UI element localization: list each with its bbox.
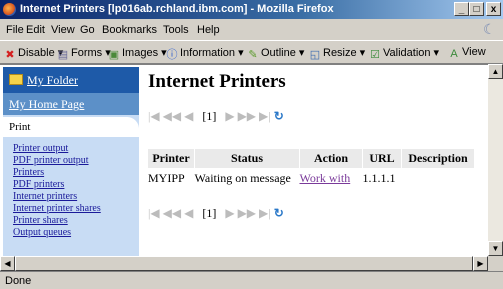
view-source-icon: A: [450, 48, 458, 60]
output-queues-link[interactable]: Output queues: [13, 227, 101, 239]
information-icon: ⓘ: [166, 49, 178, 61]
cell-url: 1.1.1.1: [362, 171, 396, 185]
cell-description: [402, 168, 475, 189]
column-header-url[interactable]: URL: [362, 149, 402, 168]
scroll-down-icon[interactable]: ▼: [488, 241, 503, 256]
work-with-link[interactable]: Work with: [300, 171, 351, 185]
last-page-icon: ▶|: [259, 206, 271, 220]
first-page-icon: |◀: [148, 206, 160, 220]
page-number: [1]: [202, 109, 217, 123]
last-page-icon: ▶|: [259, 109, 271, 123]
home-header: My Home Page: [3, 93, 139, 115]
information-menu[interactable]: ⓘ Information ▾: [166, 46, 244, 61]
throbber-icon: ☾: [483, 21, 496, 37]
menu-edit[interactable]: Edit: [26, 24, 45, 36]
column-header-printer[interactable]: Printer: [148, 149, 195, 168]
print-section-label: Print: [9, 121, 31, 133]
outline-icon: ✎: [248, 49, 258, 61]
vertical-scrollbar[interactable]: ▲ ▼: [488, 64, 503, 256]
validation-menu[interactable]: ☑ Validation ▾: [369, 46, 439, 61]
printers-table: Printer Status Action URL Description MY…: [148, 149, 475, 189]
internet-printer-shares-link[interactable]: Internet printer shares: [13, 203, 101, 215]
my-folder-header: My Folder: [3, 67, 139, 93]
horizontal-scroll-thumb[interactable]: [15, 256, 473, 271]
disable-menu[interactable]: ✖ Disable ▾: [4, 46, 63, 61]
view-source-menu[interactable]: A View: [448, 46, 485, 60]
previous-group-icon: ◀◀: [162, 206, 182, 220]
next-page-icon: ▶: [225, 109, 235, 123]
menu-help[interactable]: Help: [197, 24, 220, 36]
menu-tools[interactable]: Tools: [163, 24, 189, 36]
forms-icon: ▤: [57, 49, 69, 61]
firefox-icon: [3, 3, 16, 16]
maximize-button[interactable]: □: [469, 2, 484, 16]
scroll-left-icon[interactable]: ◀: [0, 256, 15, 271]
my-home-page-link[interactable]: My Home Page: [9, 97, 84, 112]
print-links: Printer output PDF printer output Printe…: [13, 143, 101, 239]
next-page-icon: ▶: [225, 206, 235, 220]
menu-view[interactable]: View: [51, 24, 75, 36]
folder-icon: [9, 74, 23, 85]
web-developer-toolbar: ✖ Disable ▾ ▤ Forms ▾ ▣ Images ▾ ⓘ Informati…: [0, 40, 503, 64]
pager-top: |◀ ◀◀ ◀ [1] ▶ ▶▶ ▶| ↻: [148, 109, 284, 124]
close-button[interactable]: x: [486, 2, 501, 16]
resize-icon: ◱: [309, 49, 321, 61]
scroll-right-icon[interactable]: ▶: [473, 256, 488, 271]
printers-link[interactable]: Printers: [13, 167, 101, 179]
status-bar: Done: [0, 271, 503, 289]
my-folder-link[interactable]: My Folder: [27, 73, 78, 88]
previous-page-icon: ◀: [184, 109, 194, 123]
printer-output-link[interactable]: Printer output: [13, 143, 101, 155]
cell-action: Work with: [300, 168, 363, 189]
page-number: [1]: [202, 206, 217, 220]
scrollbar-corner: [488, 256, 503, 271]
pdf-printer-output-link[interactable]: PDF printer output: [13, 155, 101, 167]
menu-go[interactable]: Go: [80, 24, 95, 36]
table-row: MYIPP Waiting on message Work with 1.1.1…: [148, 168, 475, 189]
refresh-icon[interactable]: ↻: [274, 109, 284, 123]
horizontal-scrollbar[interactable]: ◀ ▶: [0, 256, 488, 271]
window-title: Internet Printers [lp016ab.rchland.ibm.c…: [20, 3, 334, 15]
images-icon: ▣: [108, 49, 120, 61]
table-header-row: Printer Status Action URL Description: [148, 149, 475, 168]
refresh-icon[interactable]: ↻: [274, 206, 284, 220]
outline-menu[interactable]: ✎ Outline ▾: [247, 46, 304, 61]
window-titlebar[interactable]: Internet Printers [lp016ab.rchland.ibm.c…: [0, 0, 503, 19]
cell-printer: MYIPP: [148, 171, 185, 185]
cell-status: Waiting on message: [194, 171, 291, 185]
print-section-tab[interactable]: Print: [3, 117, 139, 137]
column-header-action: Action: [299, 149, 363, 168]
pager-bottom: |◀ ◀◀ ◀ [1] ▶ ▶▶ ▶| ↻: [148, 206, 284, 221]
previous-page-icon: ◀: [184, 206, 194, 220]
first-page-icon: |◀: [148, 109, 160, 123]
resize-menu[interactable]: ◱ Resize ▾: [309, 46, 365, 61]
page-title: Internet Printers: [148, 71, 286, 92]
next-group-icon: ▶▶: [237, 109, 257, 123]
disable-icon: ✖: [5, 49, 15, 61]
navigation-sidebar: My Folder My Home Page Print Printer out…: [3, 67, 139, 256]
pdf-printers-link[interactable]: PDF printers: [13, 179, 101, 191]
menu-bookmarks[interactable]: Bookmarks: [102, 24, 157, 36]
minimize-button[interactable]: _: [454, 2, 469, 16]
status-text: Done: [5, 275, 32, 287]
previous-group-icon: ◀◀: [162, 109, 182, 123]
scroll-up-icon[interactable]: ▲: [488, 64, 503, 79]
page-viewport: My Folder My Home Page Print Printer out…: [0, 64, 488, 256]
validation-icon: ☑: [370, 49, 380, 61]
menu-bar: File Edit View Go Bookmarks Tools Help ☾: [0, 19, 503, 40]
column-header-description[interactable]: Description: [401, 149, 475, 168]
printer-shares-link[interactable]: Printer shares: [13, 215, 101, 227]
images-menu[interactable]: ▣ Images ▾: [108, 46, 167, 61]
menu-file[interactable]: File: [6, 24, 24, 36]
column-header-status[interactable]: Status: [194, 149, 300, 168]
forms-menu[interactable]: ▤ Forms ▾: [57, 46, 111, 61]
internet-printers-link[interactable]: Internet printers: [13, 191, 101, 203]
next-group-icon: ▶▶: [237, 206, 257, 220]
